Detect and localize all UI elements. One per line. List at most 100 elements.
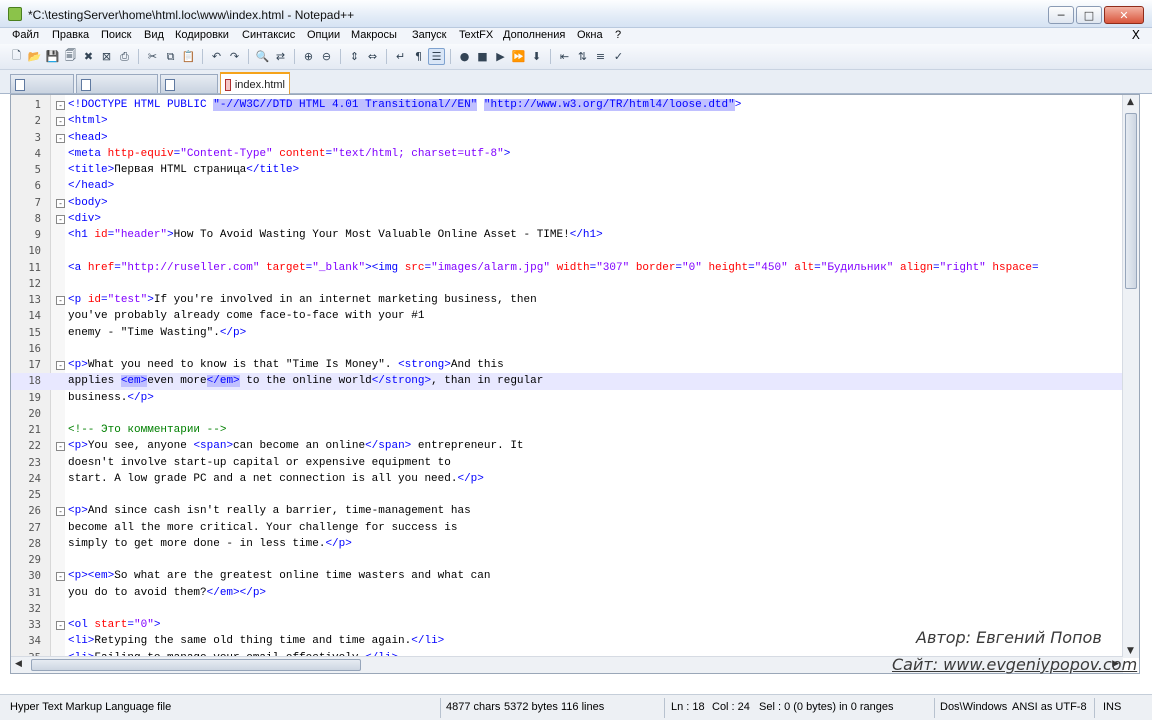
code-line[interactable]: 18 applies <em>even more</em> to the onli… [11, 373, 1123, 390]
code-line[interactable]: 16 [11, 341, 1123, 357]
close-window-button[interactable]: ✕ [1104, 6, 1144, 24]
close-all-icon[interactable]: ⊠ [98, 48, 115, 65]
code-line[interactable]: 7 - <body> [11, 195, 1123, 211]
menu-edit[interactable]: Правка [52, 29, 89, 41]
save-all-icon[interactable]: 🗐 [62, 48, 79, 65]
code-line[interactable]: 32 [11, 601, 1123, 617]
tab-document-2[interactable] [76, 74, 158, 93]
code-line[interactable]: 8 - <div> [11, 211, 1123, 227]
menu-windows[interactable]: Окна [577, 29, 603, 41]
code-line[interactable]: 26 - <p>And since cash isn't really a barr… [11, 503, 1123, 519]
save-icon[interactable]: 💾 [44, 48, 61, 65]
scroll-up-icon[interactable]: ▲ [1127, 97, 1134, 107]
code-line[interactable]: 30 - <p><em>So what are the greatest onlin… [11, 568, 1123, 584]
code-line[interactable]: 14 you've probably already come face-to-f… [11, 308, 1123, 324]
code-line[interactable]: 10 [11, 243, 1123, 259]
code-line[interactable]: 31 you do to avoid them?</em></p> [11, 585, 1123, 601]
word-wrap-icon[interactable]: ↵ [392, 48, 409, 65]
scroll-left-icon[interactable]: ◀ [15, 659, 22, 669]
code-line[interactable]: 20 [11, 406, 1123, 422]
minimize-button[interactable]: ─ [1048, 6, 1074, 24]
spell-check-icon[interactable]: ✓ [610, 48, 627, 65]
menu-syntax[interactable]: Синтаксис [242, 29, 295, 41]
menu-options[interactable]: Опции [307, 29, 340, 41]
code-line[interactable]: 9 <h1 id="header">How To Avoid Wasting Yo… [11, 227, 1123, 243]
menu-view[interactable]: Вид [144, 29, 164, 41]
code-line[interactable]: 3 - <head> [11, 130, 1123, 146]
tab-index-html[interactable]: index.html [220, 72, 290, 94]
fold-toggle-icon[interactable]: - [56, 101, 65, 110]
fold-toggle-icon[interactable]: - [56, 198, 65, 208]
record-macro-icon[interactable]: ● [456, 48, 473, 65]
undo-icon[interactable]: ↶ [208, 48, 225, 65]
copy-icon[interactable]: ⧉ [162, 48, 179, 65]
code-line[interactable]: 21 <!-- Это комментарии --> [11, 422, 1123, 438]
sync-horizontal-icon[interactable]: ⇔ [364, 48, 381, 65]
menu-encoding[interactable]: Кодировки [175, 29, 229, 41]
code-line[interactable]: 13 - <p id="test">If you're involved in an… [11, 292, 1123, 308]
code-line[interactable]: 25 [11, 487, 1123, 503]
menu-textfx[interactable]: TextFX [459, 29, 493, 41]
code-line[interactable]: 27 become all the more critical. Your cha… [11, 520, 1123, 536]
new-file-icon[interactable]: 🗋 [8, 48, 25, 65]
print-icon[interactable]: ⎙ [116, 48, 133, 65]
sync-vertical-icon[interactable]: ⇕ [346, 48, 363, 65]
fold-toggle-icon[interactable]: - [56, 296, 65, 305]
code-line[interactable]: 15 enemy - "Time Wasting".</p> [11, 325, 1123, 341]
paste-icon[interactable]: 📋 [180, 48, 197, 65]
code-line[interactable]: 29 [11, 552, 1123, 568]
sort-icon[interactable]: ⇅ [574, 48, 591, 65]
tab-document-3[interactable] [160, 74, 218, 93]
open-file-icon[interactable]: 📂 [26, 48, 43, 65]
code-line[interactable]: 28 simply to get more done - in less time… [11, 536, 1123, 552]
zoom-in-icon[interactable]: ⊕ [300, 48, 317, 65]
code-line[interactable]: 1 - <!DOCTYPE HTML PUBLIC "-//W3C//DTD HTM… [11, 97, 1123, 113]
code-line[interactable]: 23 doesn't involve start-up capital or ex… [11, 455, 1123, 471]
show-all-chars-icon[interactable]: ¶ [410, 48, 427, 65]
fold-toggle-icon[interactable]: - [56, 117, 65, 127]
fold-toggle-icon[interactable]: - [56, 442, 65, 452]
fold-toggle-icon[interactable]: - [56, 507, 65, 517]
menu-run[interactable]: Запуск [412, 29, 446, 41]
code-line[interactable]: 19 business.</p> [11, 390, 1123, 406]
tab-document-1[interactable] [10, 74, 74, 93]
vertical-scroll-thumb[interactable] [1125, 113, 1137, 289]
menu-search[interactable]: Поиск [101, 29, 131, 41]
replace-icon[interactable]: ⇄ [272, 48, 289, 65]
trim-icon[interactable]: ⇤ [556, 48, 573, 65]
indent-guide-icon[interactable]: ☰ [428, 48, 445, 65]
code-line[interactable]: 4 <meta http-equiv="Content-Type" content… [11, 146, 1123, 162]
code-line[interactable]: 12 [11, 276, 1123, 292]
cut-icon[interactable]: ✂ [144, 48, 161, 65]
close-icon[interactable]: ✖ [80, 48, 97, 65]
maximize-button[interactable]: □ [1076, 6, 1102, 24]
compare-icon[interactable]: ≡ [592, 48, 609, 65]
fold-toggle-icon[interactable]: - [56, 361, 65, 370]
code-line[interactable]: 2 - <html> [11, 113, 1123, 129]
menu-plugins[interactable]: Дополнения [503, 29, 565, 41]
code-line[interactable]: 11 <a href="http://ruseller.com" target="… [11, 260, 1123, 276]
fold-toggle-icon[interactable]: - [56, 214, 65, 224]
play-macro-icon[interactable]: ▶ [492, 48, 509, 65]
code-line[interactable]: 6 </head> [11, 178, 1123, 194]
menu-macros[interactable]: Макросы [351, 29, 397, 41]
redo-icon[interactable]: ↷ [226, 48, 243, 65]
vertical-scrollbar[interactable]: ▲ ▼ [1122, 95, 1139, 658]
menu-help[interactable]: ? [615, 29, 621, 41]
fold-toggle-icon[interactable]: - [56, 133, 65, 143]
run-macro-multiple-icon[interactable]: ⏩ [510, 48, 527, 65]
code-editor[interactable]: 1- <!DOCTYPE HTML PUBLIC "-//W3C//DTD HTM… [10, 94, 1140, 674]
zoom-out-icon[interactable]: ⊖ [318, 48, 335, 65]
horizontal-scroll-thumb[interactable] [31, 659, 361, 671]
code-line[interactable]: 5 <title>Первая HTML страница</title> [11, 162, 1123, 178]
code-line[interactable]: 24 start. A low grade PC and a net connec… [11, 471, 1123, 487]
fold-toggle-icon[interactable]: - [56, 572, 65, 582]
code-line[interactable]: 17 - <p>What you need to know is that "Tim… [11, 357, 1123, 373]
find-icon[interactable]: 🔍 [254, 48, 271, 65]
save-macro-icon[interactable]: ⬇ [528, 48, 545, 65]
close-document-button[interactable]: X [1132, 28, 1140, 42]
fold-toggle-icon[interactable]: - [56, 621, 65, 630]
stop-record-icon[interactable]: ■ [474, 48, 491, 65]
code-line[interactable]: 22 - <p>You see, anyone <span>can become a… [11, 438, 1123, 454]
menu-file[interactable]: Файл [12, 29, 39, 41]
